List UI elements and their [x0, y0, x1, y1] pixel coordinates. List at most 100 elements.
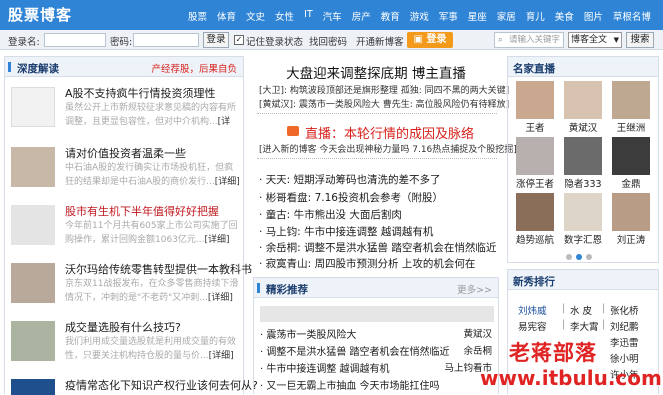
nav-item[interactable]: IT [304, 9, 313, 23]
nav-item[interactable]: 育儿 [526, 9, 545, 23]
avatar[interactable] [564, 81, 602, 119]
article-item: 请对价值投资者温柔一些 中石油A股的发行确实让市场投机狂，但疯狂的结果却是中石油… [11, 145, 240, 197]
avatar[interactable] [564, 193, 602, 231]
blog-login-button[interactable]: ▣ 登录 [407, 32, 453, 48]
nav-item[interactable]: 家居 [497, 9, 516, 23]
carousel-dot-active[interactable] [576, 254, 582, 260]
rank-name[interactable]: 张化桥 [610, 303, 639, 317]
blogger-name[interactable]: 金鼎 [607, 176, 655, 190]
live-sub[interactable]: [进入新的博客 今天会出现神秘力量吗 7.16热点捕捉及个股挖掘] [259, 142, 517, 155]
keyword-search-input[interactable]: ⌕ 请输入关键字 [494, 32, 564, 48]
remember-label[interactable]: 记住登录状态 [246, 34, 303, 48]
separator: | [602, 319, 606, 330]
forgot-password-link[interactable]: 找回密码 [309, 34, 347, 48]
rank-name[interactable]: 水 皮 [570, 303, 592, 317]
article-thumbnail[interactable] [11, 205, 55, 245]
rec-row[interactable]: · 调整不是洪水猛兽 踏空者机会在悄然临近 余岳桐 [260, 343, 494, 358]
open-blog-link[interactable]: 开通新博客 [356, 34, 404, 48]
rank-name[interactable]: 李大霄 [570, 319, 599, 333]
stock-tips-link[interactable]: 产经荐股，后果自负 [151, 61, 237, 75]
rank-name[interactable]: 易宪容 [518, 319, 547, 333]
login-button[interactable]: 登录 [203, 32, 229, 48]
article-thumbnail[interactable] [11, 263, 55, 303]
nav-item[interactable]: 星座 [468, 9, 487, 23]
article-title[interactable]: 疫情常态化下知识产权行业该何去何从? [65, 377, 258, 393]
headline-sub[interactable]: [黄斌汉]: 震荡市一类股风险大 曹先生: 高位股风险仍有待释放] [259, 97, 509, 110]
blogger-name[interactable]: 趋势巡航 [511, 232, 559, 246]
rank-name[interactable]: 徐小明 [610, 351, 639, 365]
article-thumbnail[interactable] [11, 379, 55, 395]
headline-sub[interactable]: [大卫]: 构筑波段顶部还是旗形整理 孤独: 同四不黑的两大关键] [259, 83, 509, 96]
detail-link[interactable]: [详细] [215, 177, 240, 187]
blogger-name[interactable]: 数字汇恩 [559, 232, 607, 246]
panel-title: 新秀排行 [513, 276, 555, 288]
article-title[interactable]: A股不支持疯牛行情投资须理性 [65, 85, 216, 101]
article-title[interactable]: 股市有生机下半年值得好好把握 [65, 203, 219, 219]
detail-link[interactable]: [详细] [209, 351, 234, 361]
avatar[interactable] [516, 137, 554, 175]
avatar[interactable] [612, 81, 650, 119]
rank-name[interactable]: 刘炜威 [518, 303, 547, 317]
nav-item[interactable]: 女性 [275, 9, 294, 23]
rec-row[interactable]: · 又一巨无霸上市抽血 今天市场能扛住吗 [260, 377, 494, 392]
nav-item[interactable]: 美食 [555, 9, 574, 23]
nav-item[interactable]: 房产 [352, 9, 371, 23]
news-bullet[interactable]: · 马上钧: 牛市中接连调整 越调越有机 [259, 224, 433, 239]
blogger-name[interactable]: 王继洲 [607, 120, 655, 134]
avatar[interactable] [612, 193, 650, 231]
detail-link[interactable]: [详细] [205, 235, 230, 245]
rec-row[interactable]: · 震荡市一类股风险大 黄斌汉 [260, 326, 494, 341]
news-bullet[interactable]: · 童古: 牛市熊出没 大面后割肉 [259, 207, 402, 222]
article-summary: 虽然公开上市新规较征求意见稿的内容有所调整，且更显包容性，但对中介机构...[详… [65, 101, 241, 129]
article-title[interactable]: 沃尔玛给传统零售转型提供一本教科书 [65, 261, 252, 277]
news-bullet[interactable]: · 寂寞青山: 周四股市预测分析 上攻的机会何在 [259, 256, 475, 271]
avatar[interactable] [564, 137, 602, 175]
news-bullet[interactable]: · 余岳桐: 调整不是洪水猛兽 踏空者机会在悄然临近 [259, 240, 496, 255]
news-bullet[interactable]: · 彬哥看盘: 7.16投资机会参考（附股） [259, 190, 443, 205]
nav-item[interactable]: 游戏 [410, 9, 429, 23]
blog-login-label: 登录 [426, 34, 447, 45]
blogger-name[interactable]: 刘正涛 [607, 232, 655, 246]
rank-name[interactable]: 李迅雷 [610, 335, 639, 349]
article-thumbnail[interactable] [11, 321, 55, 361]
more-link[interactable]: 更多>> [457, 282, 492, 296]
article-summary: 中石油A股的发行确实让市场投机狂，但疯狂的结果却是中石油A股的商价发行...[详… [65, 163, 240, 187]
nav-item[interactable]: 股票 [188, 9, 207, 23]
article-item: 疫情常态化下知识产权行业该何去何从? [11, 377, 258, 395]
blogger-name[interactable]: 隐者333 [559, 176, 607, 190]
nav-item[interactable]: 教育 [381, 9, 400, 23]
scope-value: 博客全文 [571, 35, 608, 45]
search-button[interactable]: 搜索 [626, 32, 654, 48]
blogger-name[interactable]: 黄斌汉 [559, 120, 607, 134]
nav-item[interactable]: 汽车 [323, 9, 342, 23]
site-logo[interactable]: 股票博客 [8, 4, 72, 25]
username-input[interactable] [44, 33, 106, 47]
article-title[interactable]: 请对价值投资者温柔一些 [65, 145, 186, 161]
carousel-dot[interactable] [586, 254, 592, 260]
password-input[interactable] [133, 33, 199, 47]
nav-item[interactable]: 体育 [217, 9, 236, 23]
remember-checkbox[interactable]: ✓ [234, 35, 244, 45]
headline-title[interactable]: 大盘迎来调整探底期 博主直播 [253, 62, 499, 82]
detail-link[interactable]: [详细] [208, 293, 233, 303]
article-thumbnail[interactable] [11, 147, 55, 187]
separator: | [562, 303, 566, 314]
nav-item[interactable]: 军事 [439, 9, 458, 23]
article-title[interactable]: 成交量选股有什么技巧? [65, 319, 181, 335]
nav-item[interactable]: 草根名博 [613, 9, 651, 23]
live-title[interactable]: 直播：本轮行情的成因及脉络 [305, 123, 474, 142]
nav-item[interactable]: 图片 [584, 9, 603, 23]
blogger-name[interactable]: 王者 [511, 120, 559, 134]
avatar[interactable] [516, 193, 554, 231]
rec-row[interactable]: · 牛市中接连调整 越调越有机 马上钧看市 [260, 360, 494, 375]
avatar[interactable] [516, 81, 554, 119]
article-thumbnail[interactable] [11, 87, 55, 127]
rank-name[interactable]: 刘纪鹏 [610, 319, 639, 333]
avatar[interactable] [612, 137, 650, 175]
carousel-dot[interactable] [566, 254, 572, 260]
nav-item[interactable]: 文史 [246, 9, 265, 23]
blogger-name[interactable]: 涨停王者 [511, 176, 559, 190]
search-scope-select[interactable]: 博客全文 ▼ [568, 32, 622, 48]
news-bullet[interactable]: · 天天: 短期浮动筹码也清洗的差不多了 [259, 172, 441, 187]
separator: | [602, 303, 606, 314]
